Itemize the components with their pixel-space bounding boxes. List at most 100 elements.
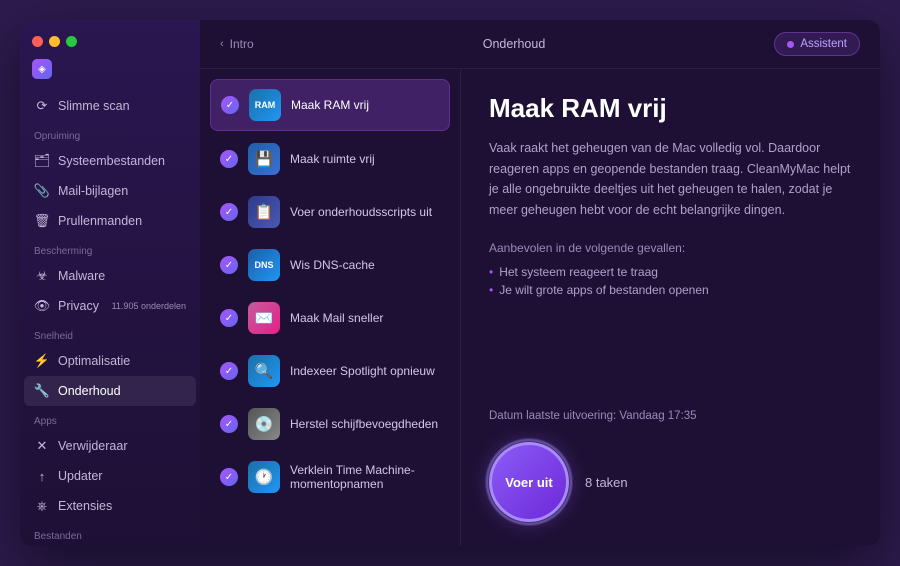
bullet-text-2: Je wilt grote apps of bestanden openen xyxy=(499,283,708,297)
task-icon-space: 💾 xyxy=(248,143,280,175)
sidebar-item-onderhoud[interactable]: 🔧 Onderhoud xyxy=(24,376,196,406)
detail-description: Vaak raakt het geheugen van de Mac volle… xyxy=(489,138,852,221)
assistant-button[interactable]: Assistent xyxy=(774,32,860,56)
fullscreen-btn[interactable] xyxy=(66,36,77,47)
assistant-dot-icon xyxy=(787,41,794,48)
execute-button[interactable]: Voer uit xyxy=(489,442,569,522)
detail-bullets: Het systeem reageert te traag Je wilt gr… xyxy=(489,263,852,299)
sidebar-item-label: Slimme scan xyxy=(58,99,130,113)
task-label: Maak Mail sneller xyxy=(290,311,383,325)
verwijderaar-icon: ✕ xyxy=(34,438,50,454)
bullet-text-1: Het systeem reageert te traag xyxy=(499,265,658,279)
onderhoud-icon: 🔧 xyxy=(34,383,50,399)
minimize-btn[interactable] xyxy=(49,36,60,47)
task-item-disk[interactable]: ✓ 💿 Herstel schijfbevoegdheden xyxy=(210,399,450,449)
sidebar-section-opruiming: Opruiming xyxy=(20,121,200,146)
task-icon-mail: ✉️ xyxy=(248,302,280,334)
detail-title: Maak RAM vrij xyxy=(489,93,852,124)
task-label: Wis DNS-cache xyxy=(290,258,375,272)
main-area: ‹ Intro Onderhoud Assistent ✓ RAM Maak R… xyxy=(200,20,880,546)
task-check-icon: ✓ xyxy=(220,468,238,486)
task-icon-disk: 💿 xyxy=(248,408,280,440)
app-window: ◈ ⟳ Slimme scan Opruiming 🗂 Systeembesta… xyxy=(20,20,880,546)
task-check-icon: ✓ xyxy=(220,203,238,221)
top-bar: ‹ Intro Onderhoud Assistent xyxy=(200,20,880,69)
privacy-badge: 11.905 onderdelen xyxy=(112,301,186,311)
extensies-icon: ⎈ xyxy=(34,498,50,514)
task-list: ✓ RAM Maak RAM vrij ✓ 💾 Maak ruimte vrij… xyxy=(200,69,460,546)
systeembestanden-icon: 🗂 xyxy=(34,153,50,169)
sidebar-section-snelheid: Snelheid xyxy=(20,321,200,346)
breadcrumb-back[interactable]: Intro xyxy=(230,37,254,51)
sidebar-item-label: Systeembestanden xyxy=(58,154,165,168)
task-label: Indexeer Spotlight opnieuw xyxy=(290,364,435,378)
sidebar-item-verwijderaar[interactable]: ✕ Verwijderaar xyxy=(20,431,200,461)
malware-icon: ☣ xyxy=(34,268,50,284)
sidebar-item-optimalisatie[interactable]: ⚡ Optimalisatie xyxy=(20,346,200,376)
sidebar-item-extensies[interactable]: ⎈ Extensies xyxy=(20,491,200,521)
task-check-icon: ✓ xyxy=(220,256,238,274)
task-icon-ram: RAM xyxy=(249,89,281,121)
task-item-space[interactable]: ✓ 💾 Maak ruimte vrij xyxy=(210,134,450,184)
task-label: Voer onderhoudsscripts uit xyxy=(290,205,432,219)
task-item-spotlight[interactable]: ✓ 🔍 Indexeer Spotlight opnieuw xyxy=(210,346,450,396)
task-item-timemachine[interactable]: ✓ 🕐 Verklein Time Machine-momentopnamen xyxy=(210,452,450,502)
breadcrumb: ‹ Intro xyxy=(220,37,254,51)
sidebar-item-label: Updater xyxy=(58,469,102,483)
task-check-icon: ✓ xyxy=(221,96,239,114)
execute-area: Voer uit 8 taken xyxy=(489,442,852,522)
sidebar-section-apps: Apps xyxy=(20,406,200,431)
task-label: Maak ruimte vrij xyxy=(290,152,375,166)
sidebar-section-bescherming: Bescherming xyxy=(20,236,200,261)
sidebar: ◈ ⟳ Slimme scan Opruiming 🗂 Systeembesta… xyxy=(20,20,200,546)
bullet-item-1: Het systeem reageert te traag xyxy=(489,263,852,281)
sidebar-item-malware[interactable]: ☣ Malware xyxy=(20,261,200,291)
updater-icon: ↑ xyxy=(34,468,50,484)
task-check-icon: ✓ xyxy=(220,362,238,380)
task-icon-timemachine: 🕐 xyxy=(248,461,280,493)
task-label: Verklein Time Machine-momentopnamen xyxy=(290,463,440,491)
sidebar-item-mail-bijlagen[interactable]: 📎 Mail-bijlagen xyxy=(20,176,200,206)
task-icon-spotlight: 🔍 xyxy=(248,355,280,387)
task-item-mail[interactable]: ✓ ✉️ Maak Mail sneller xyxy=(210,293,450,343)
task-icon-script: 📋 xyxy=(248,196,280,228)
sidebar-item-label: Prullenmanden xyxy=(58,214,142,228)
privacy-icon: 👁 xyxy=(34,298,50,314)
task-label: Maak RAM vrij xyxy=(291,98,369,112)
close-btn[interactable] xyxy=(32,36,43,47)
last-run-text: Datum laatste uitvoering: Vandaag 17:35 xyxy=(489,410,852,422)
sidebar-item-label: Privacy xyxy=(58,299,99,313)
task-item-script[interactable]: ✓ 📋 Voer onderhoudsscripts uit xyxy=(210,187,450,237)
sidebar-item-privacy[interactable]: 👁 Privacy 11.905 onderdelen xyxy=(20,291,200,321)
logo-icon: ◈ xyxy=(32,59,52,79)
detail-recommended-label: Aanbevolen in de volgende gevallen: xyxy=(489,241,852,255)
detail-panel: Maak RAM vrij Vaak raakt het geheugen va… xyxy=(460,69,880,546)
sidebar-item-label: Onderhoud xyxy=(58,384,121,398)
sidebar-item-prullenmanden[interactable]: 🗑 Prullenmanden xyxy=(20,206,200,236)
bottom-bar: Datum laatste uitvoering: Vandaag 17:35 … xyxy=(489,410,852,522)
sidebar-item-label: Verwijderaar xyxy=(58,439,127,453)
sidebar-section-bestanden: Bestanden xyxy=(20,521,200,546)
task-check-icon: ✓ xyxy=(220,415,238,433)
assistant-label: Assistent xyxy=(800,38,847,50)
content-area: ✓ RAM Maak RAM vrij ✓ 💾 Maak ruimte vrij… xyxy=(200,69,880,546)
task-check-icon: ✓ xyxy=(220,150,238,168)
app-logo: ◈ xyxy=(20,59,200,91)
execute-btn-label: Voer uit xyxy=(505,475,552,490)
sidebar-item-updater[interactable]: ↑ Updater xyxy=(20,461,200,491)
task-item-ram[interactable]: ✓ RAM Maak RAM vrij xyxy=(210,79,450,131)
sidebar-item-slimme-scan[interactable]: ⟳ Slimme scan xyxy=(20,91,200,121)
task-icon-dns: DNS xyxy=(248,249,280,281)
prullenmanden-icon: 🗑 xyxy=(34,213,50,229)
current-tab-title: Onderhoud xyxy=(483,37,546,51)
task-label: Herstel schijfbevoegdheden xyxy=(290,417,438,431)
window-controls xyxy=(20,32,200,59)
tasks-count-label: 8 taken xyxy=(585,475,628,490)
optimalisatie-icon: ⚡ xyxy=(34,353,50,369)
sidebar-item-label: Malware xyxy=(58,269,105,283)
sidebar-item-systeembestanden[interactable]: 🗂 Systeembestanden xyxy=(20,146,200,176)
task-item-dns[interactable]: ✓ DNS Wis DNS-cache xyxy=(210,240,450,290)
chevron-left-icon: ‹ xyxy=(220,38,224,50)
sidebar-item-label: Extensies xyxy=(58,499,112,513)
scan-icon: ⟳ xyxy=(34,98,50,114)
